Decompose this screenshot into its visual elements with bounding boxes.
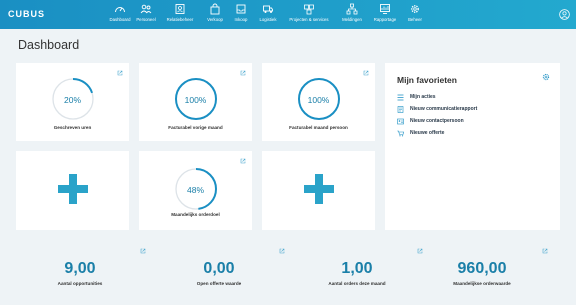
external-link-icon[interactable] (240, 70, 246, 76)
contact-card-icon (397, 118, 404, 125)
kpi-value: 20% (63, 95, 81, 105)
nav-item-relatiebeheer[interactable]: Relatiebeheer (160, 3, 200, 22)
network-icon (346, 3, 358, 15)
stat-label: Aantal opportunities (57, 281, 103, 286)
plus-icon[interactable] (58, 174, 88, 204)
nav-label: Logistiek (259, 17, 277, 22)
app-logo[interactable]: CUBUS (8, 9, 45, 19)
stat-value: 9,00 (64, 260, 96, 277)
kpi-card-geschreven-uren[interactable]: 20% Geschreven uren (16, 63, 129, 141)
external-link-icon[interactable] (240, 158, 246, 164)
nav-item-beheer[interactable]: Beheer (395, 3, 435, 22)
favorites-title: Mijn favorieten (397, 75, 457, 85)
favorite-label: Mijn acties (410, 94, 436, 100)
kpi-label: Facturabel vorige maand (168, 125, 223, 130)
document-icon (397, 106, 404, 113)
kpi-value: 100% (307, 95, 330, 105)
cart-icon (397, 130, 404, 137)
kpi-label: Maandelijks orderdoel (171, 212, 220, 217)
projects-icon (304, 4, 314, 15)
gear-icon (411, 5, 419, 13)
gear-icon[interactable] (542, 73, 550, 81)
address-book-icon (175, 4, 185, 14)
external-link-icon[interactable] (140, 248, 146, 254)
page-title: Dashboard (18, 38, 80, 52)
top-navigation-bar: CUBUS Dashboard Personeel Relatiebeheer … (0, 0, 576, 29)
add-widget-card[interactable] (16, 151, 129, 230)
user-avatar-icon[interactable] (559, 9, 570, 20)
report-icon (380, 4, 390, 14)
truck-icon (263, 5, 273, 13)
stat-label: Aantal orders deze maand (328, 281, 386, 286)
nav-label: Beheer (408, 17, 422, 22)
favorites-panel: Mijn favorieten Mijn acties Nieuw commun… (385, 63, 560, 230)
inbox-icon (236, 4, 246, 14)
plus-icon[interactable] (304, 174, 334, 204)
nav-label: Projecten & services (289, 17, 329, 22)
external-link-icon[interactable] (279, 248, 285, 254)
stat-label: Open offerte waarde (196, 281, 242, 286)
kpi-card-facturabel-maand-persoon[interactable]: 100% Facturabel maand persoon (262, 63, 375, 141)
nav-label: Relatiebeheer (166, 17, 194, 22)
kpi-label: Facturabel maand persoon (289, 125, 348, 130)
shopping-bag-icon (210, 3, 220, 15)
kpi-value: 100% (184, 95, 207, 105)
external-link-icon[interactable] (542, 248, 548, 254)
kpi-value: 48% (186, 185, 204, 195)
kpi-card-maandelijks-orderdoel[interactable]: 48% Maandelijks orderdoel (139, 151, 252, 230)
favorite-label: Nieuw contactpersoon (410, 118, 464, 124)
nav-item-logistiek[interactable]: Logistiek (248, 3, 288, 22)
speedometer-icon (115, 7, 125, 13)
people-icon (140, 4, 152, 14)
external-link-icon[interactable] (363, 70, 369, 76)
list-icon (397, 94, 404, 101)
stat-value: 1,00 (341, 260, 373, 277)
favorite-label: Nieuw communicatierapport (410, 106, 478, 112)
kpi-card-facturabel-vorige-maand[interactable]: 100% Facturabel vorige maand (139, 63, 252, 141)
kpi-label: Geschreven uren (53, 125, 92, 130)
nav-item-projecten-services[interactable]: Projecten & services (289, 3, 329, 22)
favorite-label: Nieuwe offerte (410, 130, 445, 136)
stat-label: Maandelijkse orderwaarde (453, 281, 511, 286)
stat-value: 960,00 (457, 260, 507, 277)
external-link-icon[interactable] (117, 70, 123, 76)
add-widget-card[interactable] (262, 151, 375, 230)
stat-value: 0,00 (203, 260, 235, 277)
external-link-icon[interactable] (417, 248, 423, 254)
